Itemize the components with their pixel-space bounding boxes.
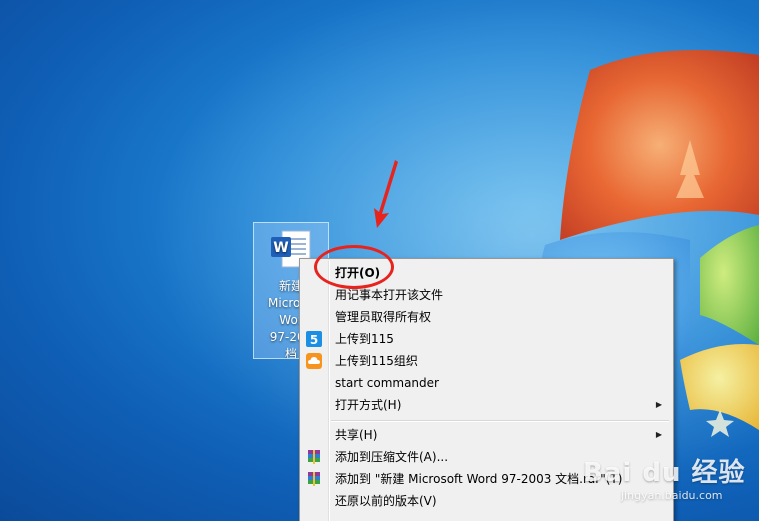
menu-item-label: 上传到115组织 [335, 354, 418, 368]
desktop-background: W 新建 Microso Wor 97-200 档 打开(O) 用记事本打开该文… [0, 0, 759, 521]
menu-item-label: 还原以前的版本(V) [335, 494, 437, 508]
menu-item-label: 上传到115 [335, 332, 394, 346]
winrar-icon [308, 450, 320, 464]
menu-item-label: 添加到压缩文件(A)... [335, 450, 449, 464]
menu-item-label: 添加到 "新建 Microsoft Word 97-2003 文档.rar"(T… [335, 472, 623, 486]
submenu-arrow-icon: ▶ [655, 430, 662, 439]
word-glyph: W [273, 240, 288, 256]
svg-text:5: 5 [310, 333, 318, 347]
annotation-circle [314, 245, 394, 289]
menu-item-start-commander[interactable]: start commander [302, 372, 671, 394]
menu-item-upload-115[interactable]: 5 上传到115 [302, 328, 671, 350]
menu-item-upload-115-org[interactable]: 上传到115组织 [302, 350, 671, 372]
menu-item-open-with[interactable]: 打开方式(H) ▶ [302, 394, 671, 416]
menu-item-label: start commander [335, 376, 439, 390]
menu-item-label: 共享(H) [335, 428, 378, 442]
menu-item-take-ownership[interactable]: 管理员取得所有权 [302, 306, 671, 328]
watermark-url: jingyan.baidu.com [621, 489, 723, 502]
winrar-icon [308, 472, 320, 486]
watermark-brand: Bai du 经验 [583, 458, 746, 488]
115-org-icon [306, 353, 322, 369]
menu-item-label: 管理员取得所有权 [335, 310, 432, 324]
menu-item-label: 打开方式(H) [335, 398, 402, 412]
menu-item-share[interactable]: 共享(H) ▶ [302, 424, 671, 446]
baidu-jingyan-watermark: Bai du 经验 jingyan.baidu.com [583, 452, 746, 502]
menu-separator [331, 420, 669, 422]
submenu-arrow-icon: ▶ [655, 400, 662, 409]
annotation-arrow [374, 160, 398, 228]
115-icon: 5 [306, 331, 322, 347]
